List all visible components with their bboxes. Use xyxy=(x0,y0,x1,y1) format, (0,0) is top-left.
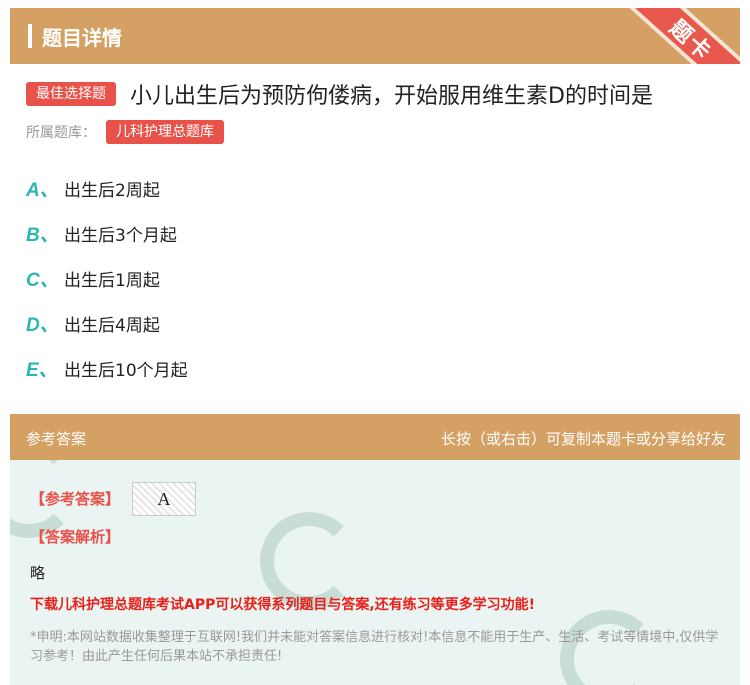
option-text: 出生后10个月起 xyxy=(64,360,188,381)
ribbon-label: 题卡 xyxy=(664,15,717,64)
answer-analysis-text: 略 xyxy=(30,564,46,582)
header-accent-bar xyxy=(28,24,32,48)
answer-value: A xyxy=(157,488,171,509)
question-card-ribbon: 题卡 xyxy=(604,8,740,64)
answer-image: A xyxy=(132,482,196,516)
option-text: 出生后1周起 xyxy=(64,270,160,291)
question-bank-label: 所属题库： xyxy=(26,125,96,141)
option-letter: B、 xyxy=(26,224,59,246)
option-text: 出生后3个月起 xyxy=(64,225,177,246)
answer-section-body: 【参考答案】 A 【答案解析】 略 下载儿科护理总题库考试APP可以获得系列题目… xyxy=(10,460,740,685)
answer-section-title: 参考答案 xyxy=(26,430,87,448)
page-title: 题目详情 xyxy=(42,26,122,50)
disclaimer-text: *申明:本网站数据收集整理于互联网!我们并未能对答案信息进行核对!本信息不能用于… xyxy=(30,630,719,664)
option-d[interactable]: D、 出生后4周起 xyxy=(26,311,160,336)
question-detail-header: 题目详情 题卡 xyxy=(10,8,740,64)
option-letter: D、 xyxy=(26,314,59,336)
option-letter: A、 xyxy=(26,179,59,201)
question-bank-link[interactable]: 儿科护理总题库 xyxy=(106,120,224,144)
option-b[interactable]: B、 出生后3个月起 xyxy=(26,221,177,246)
option-letter: C、 xyxy=(26,269,59,291)
question-type-tag: 最佳选择题 xyxy=(26,82,116,106)
download-app-link[interactable]: 下载儿科护理总题库考试APP可以获得系列题目与答案,还有练习等更多学习功能! xyxy=(30,594,535,614)
option-e[interactable]: E、 出生后10个月起 xyxy=(26,356,188,381)
answer-analysis-label: 【答案解析】 xyxy=(30,528,121,546)
reference-answer-label: 【参考答案】 xyxy=(30,490,121,508)
question-text: 小儿出生后为预防佝偻病，开始服用维生素D的时间是 xyxy=(130,84,653,109)
option-text: 出生后4周起 xyxy=(64,315,160,336)
answer-section-header: 参考答案 长按（或右击）可复制本题卡或分享给好友 xyxy=(10,414,740,460)
option-letter: E、 xyxy=(26,359,58,381)
share-hint: 长按（或右击）可复制本题卡或分享给好友 xyxy=(440,430,726,448)
option-text: 出生后2周起 xyxy=(64,180,160,201)
option-c[interactable]: C、 出生后1周起 xyxy=(26,266,160,291)
option-a[interactable]: A、 出生后2周起 xyxy=(26,176,160,201)
